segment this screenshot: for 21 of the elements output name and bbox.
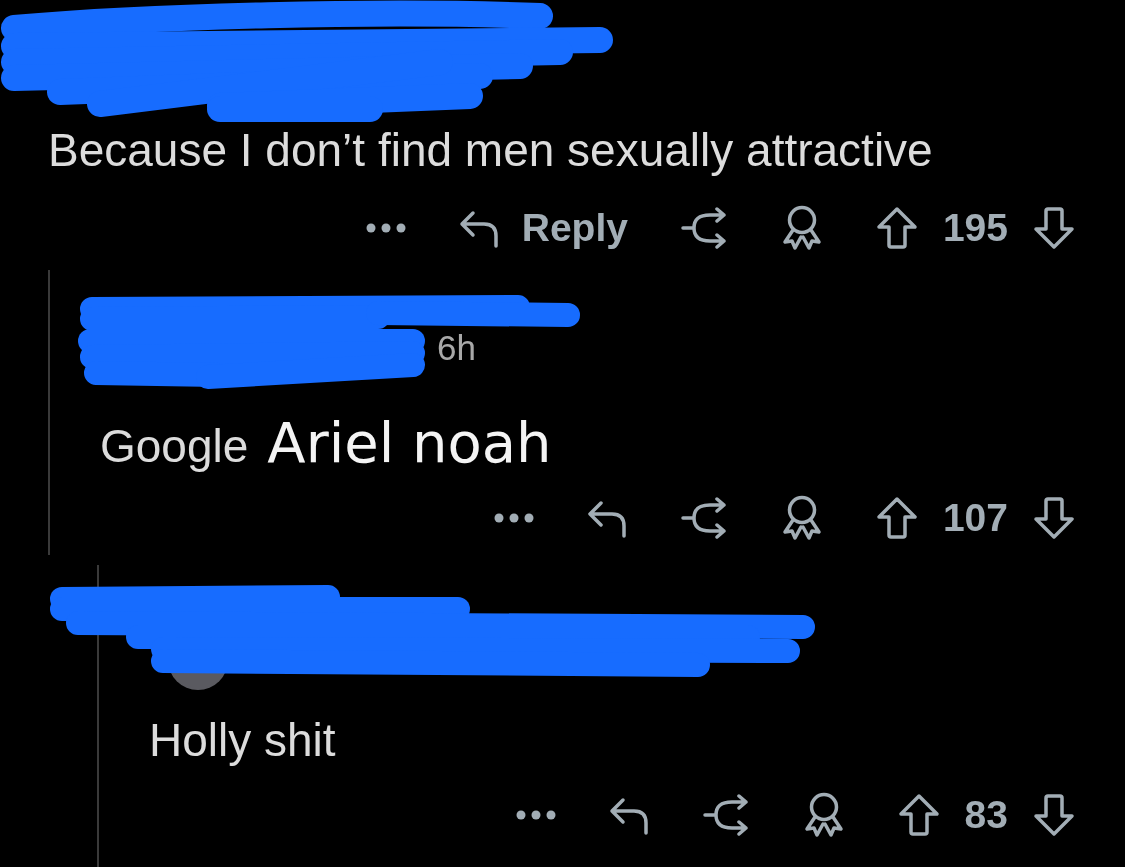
share-icon[interactable] <box>679 207 728 249</box>
more-icon[interactable] <box>515 810 556 820</box>
comment-text: Holly shit <box>149 713 336 768</box>
vote-count: 195 <box>942 206 1008 250</box>
upvote-icon[interactable] <box>875 496 918 540</box>
downvote-icon[interactable] <box>1033 496 1075 540</box>
more-icon[interactable] <box>493 513 534 523</box>
downvote-icon[interactable] <box>1033 793 1075 837</box>
share-icon[interactable] <box>679 497 728 539</box>
comment-timestamp: 6h <box>437 329 476 367</box>
comment-text: Ariel noah <box>267 411 552 475</box>
comment-text: Google <box>100 419 249 474</box>
upvote-icon[interactable] <box>897 793 940 837</box>
more-icon[interactable] <box>365 223 406 233</box>
share-icon[interactable] <box>701 794 750 836</box>
downvote-icon[interactable] <box>1033 206 1075 250</box>
vote-count: 107 <box>942 496 1008 540</box>
upvote-icon[interactable] <box>875 206 918 250</box>
vote-count: 83 <box>964 793 1008 837</box>
reply-button[interactable]: Reply <box>457 206 628 250</box>
comment-text: Because I don’t find men sexually attractive <box>48 123 933 178</box>
